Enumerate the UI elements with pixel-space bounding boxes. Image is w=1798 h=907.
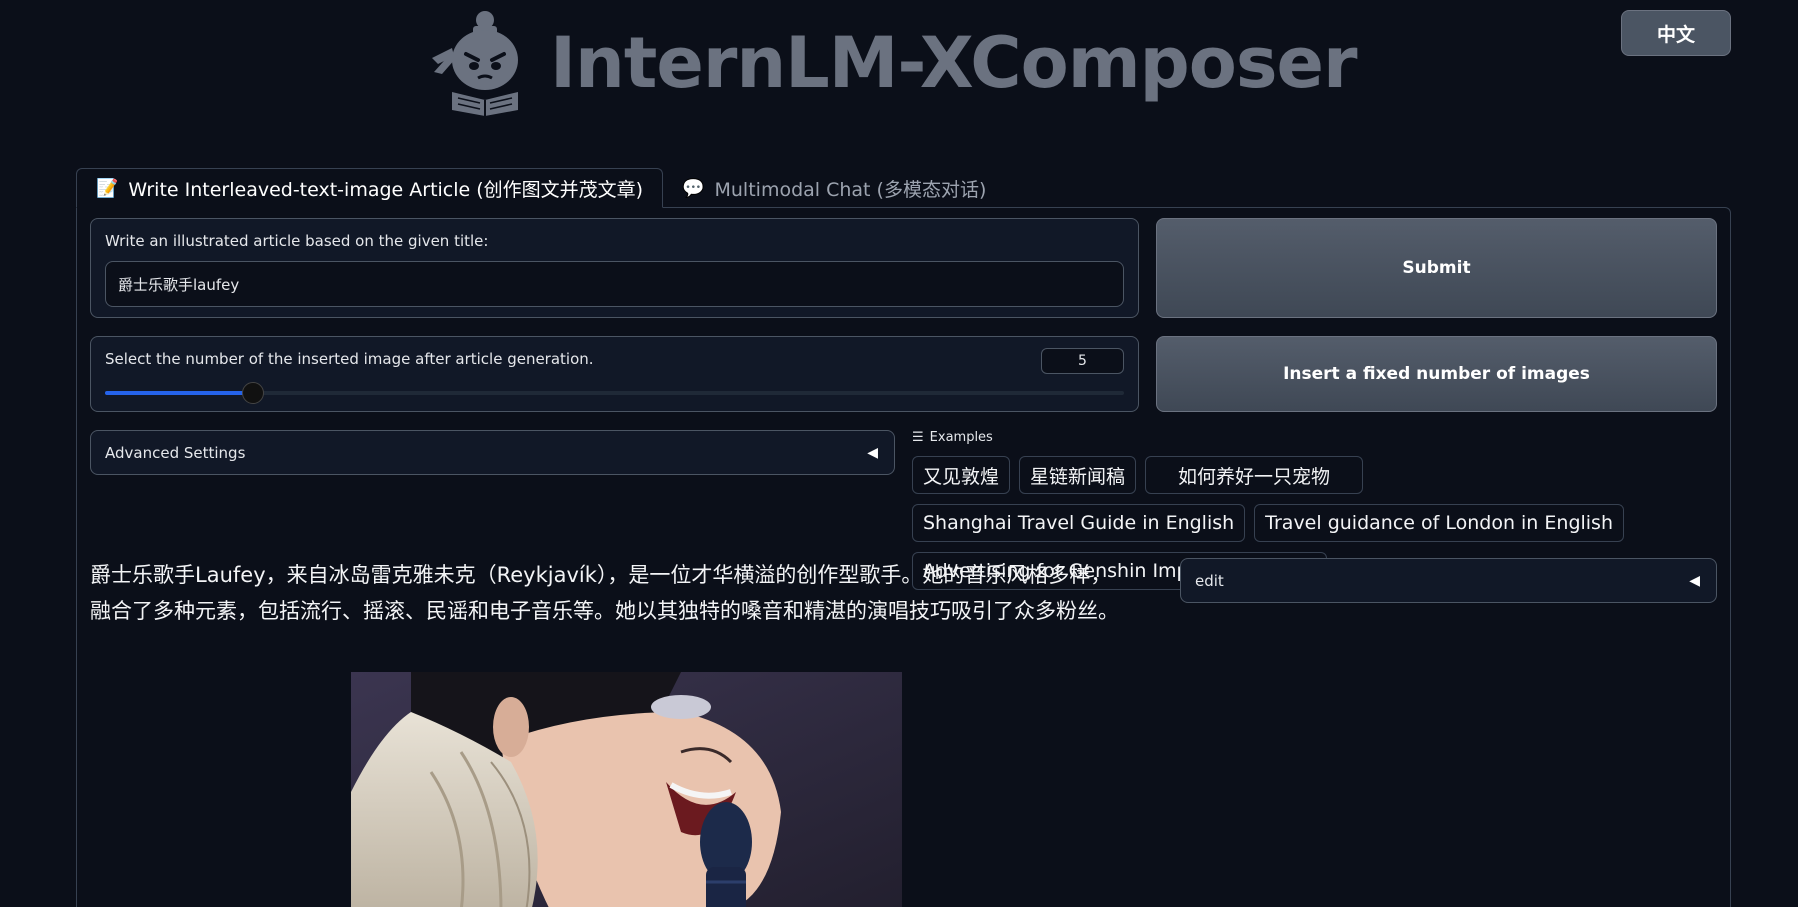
example-item[interactable]: Travel guidance of London in English [1254, 504, 1624, 542]
caret-left-icon: ◀ [1689, 572, 1700, 589]
article-image [351, 672, 902, 907]
example-item[interactable]: 如何养好一只宠物 [1145, 456, 1364, 494]
insert-images-button[interactable]: Insert a fixed number of images [1156, 336, 1717, 412]
language-toggle-button[interactable]: 中文 [1621, 10, 1731, 56]
list-icon: ☰ [912, 430, 924, 445]
edit-accordion[interactable]: edit ◀ [1180, 558, 1717, 603]
image-count-slider[interactable] [105, 382, 1124, 404]
advanced-settings-accordion[interactable]: Advanced Settings ◀ [90, 430, 895, 475]
singer-photo [351, 672, 902, 907]
memo-icon: 📝 [96, 177, 119, 199]
example-item[interactable]: Shanghai Travel Guide in English [912, 504, 1246, 542]
scholar-logo-icon [432, 11, 518, 116]
title-input-label: Write an illustrated article based on th… [105, 232, 489, 250]
speech-bubble-icon: 💬 [682, 177, 705, 199]
edit-label: edit [1195, 571, 1224, 590]
app-title: InternLM-XComposer [550, 22, 1358, 104]
tab-multimodal-chat[interactable]: 💬 Multimodal Chat (多模态对话) [663, 168, 1005, 208]
advanced-settings-label: Advanced Settings [105, 443, 246, 462]
examples-heading: ☰ Examples [912, 430, 993, 445]
example-item[interactable]: 星链新闻稿 [1019, 456, 1137, 494]
title-input-block: Write an illustrated article based on th… [90, 218, 1139, 318]
slider-thumb[interactable] [241, 382, 264, 404]
examples-heading-label: Examples [929, 430, 993, 445]
title-input[interactable] [105, 261, 1124, 307]
tab-label: Write Interleaved-text-image Article (创作… [128, 178, 644, 201]
slider-fill [105, 391, 253, 395]
image-count-label: Select the number of the inserted image … [105, 350, 594, 368]
submit-button[interactable]: Submit [1156, 218, 1717, 318]
caret-left-icon: ◀ [867, 444, 878, 461]
example-item[interactable]: 又见敦煌 [912, 456, 1011, 494]
tab-write-article[interactable]: 📝 Write Interleaved-text-image Article (… [76, 168, 664, 208]
image-count-block: Select the number of the inserted image … [90, 336, 1139, 412]
image-count-number-input[interactable]: 5 [1041, 348, 1124, 374]
tab-label: Multimodal Chat (多模态对话) [714, 178, 987, 201]
tab-bar: 📝 Write Interleaved-text-image Article (… [76, 168, 1005, 208]
app-header: InternLM-XComposer [430, 8, 1358, 118]
article-paragraph: 爵士乐歌手Laufey，来自冰岛雷克雅未克（Reykjavík），是一位才华横溢… [90, 563, 1119, 623]
